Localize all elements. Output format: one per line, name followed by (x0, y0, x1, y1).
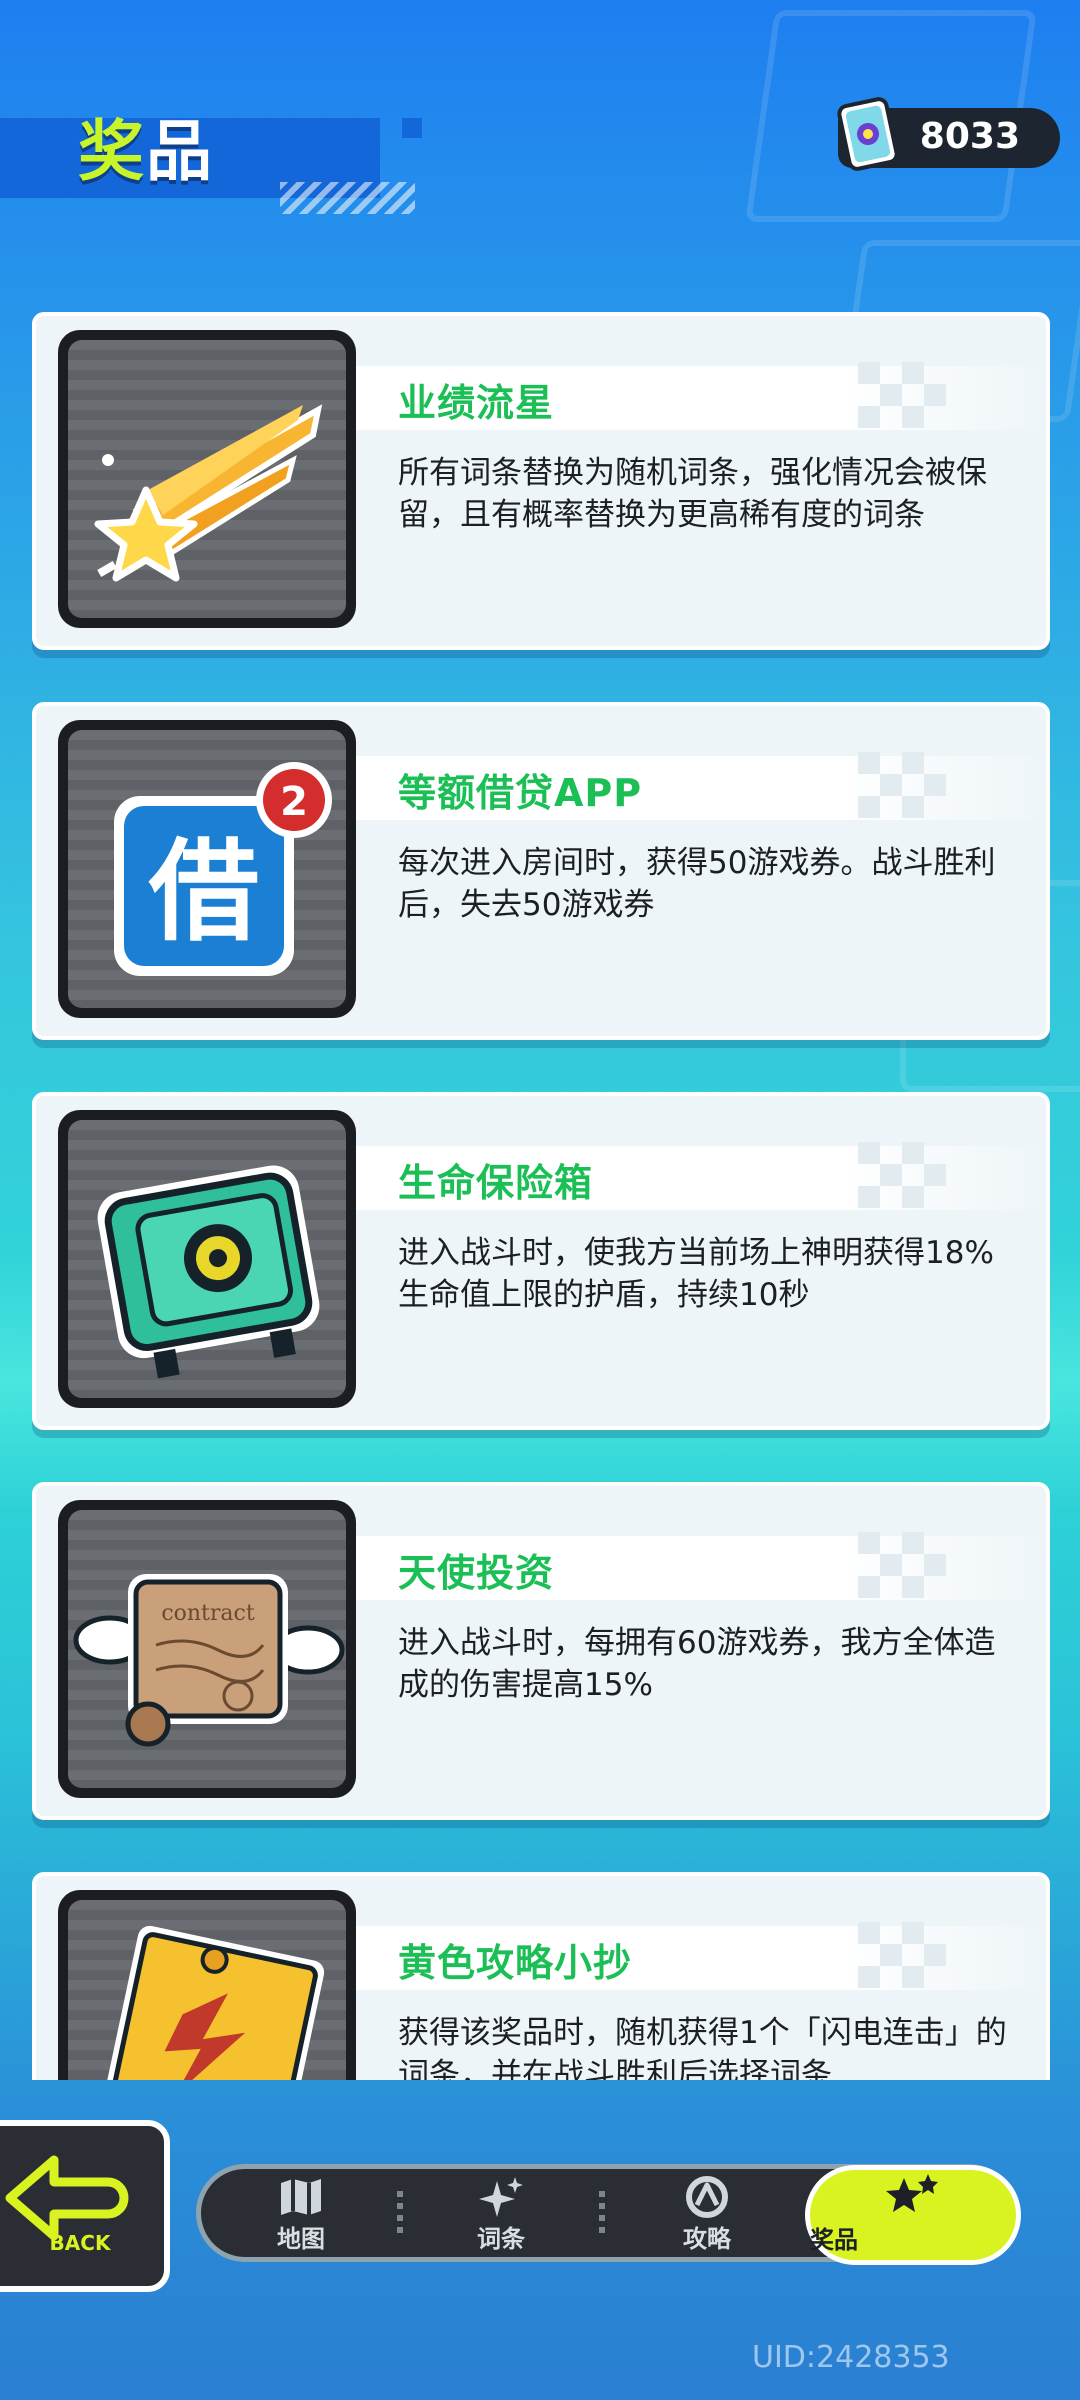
back-label: BACK (50, 2231, 112, 2255)
nav-item-rewards[interactable]: 奖品 (805, 2165, 1021, 2265)
yellow-note-icon (99, 1925, 325, 2080)
page-title-accent: 奖 (78, 113, 146, 190)
winged-contract-icon: contract (73, 1574, 345, 1747)
nav-label: 地图 (277, 2225, 325, 2253)
bottom-nav: 地图 词条 攻略 奖品 (196, 2164, 1021, 2265)
reward-description: 进入战斗时，使我方当前场上神明获得18%生命值上限的护盾，持续10秒 (398, 1235, 994, 1313)
ticket-icon (836, 96, 900, 172)
reward-description: 进入战斗时，每拥有60游戏券，我方全体造成的伤害提高15% (398, 1625, 996, 1703)
reward-icon-frame (58, 1890, 356, 2080)
loan-app-icon: 借 2 (114, 762, 332, 976)
title-stripes (280, 182, 415, 214)
reward-description: 每次进入房间时，获得50游戏券。战斗胜利后，失去50游戏券 (398, 845, 996, 923)
nav-item-guide[interactable]: 攻略 (627, 2169, 787, 2257)
pixel-decoration (858, 1922, 950, 1990)
safe-box-icon (97, 1165, 320, 1379)
nav-label: 词条 (477, 2225, 525, 2253)
sparkle-icon (479, 2177, 523, 2217)
back-button[interactable]: BACK (0, 2120, 170, 2292)
nav-item-entries[interactable]: 词条 (421, 2169, 581, 2257)
reward-icon-frame: 借 2 (58, 720, 356, 1018)
pixel-decoration (858, 1142, 950, 1210)
pixel-decoration (858, 1532, 950, 1600)
map-icon (281, 2179, 321, 2215)
page-title: 奖品 (78, 98, 214, 194)
reward-card[interactable]: 业绩流星 所有词条替换为随机词条，强化情况会被保留，且有概率替换为更高稀有度的词… (32, 312, 1050, 650)
notification-badge: 2 (280, 779, 308, 825)
reward-icon-frame (58, 1110, 356, 1408)
currency-value: 8033 (919, 116, 1020, 157)
guide-icon (686, 2176, 728, 2218)
pixel-decoration (858, 752, 950, 820)
nav-item-map[interactable]: 地图 (221, 2169, 381, 2257)
user-id: UID:2428353 (752, 2340, 950, 2375)
page-title-rest: 品 (146, 113, 214, 190)
pixel-decoration (858, 362, 950, 430)
reward-title: 天使投资 (398, 1551, 555, 1595)
nav-label: 攻略 (683, 2225, 731, 2253)
nav-separator (397, 2191, 403, 2237)
reward-description: 获得该奖品时，随机获得1个「闪电连击」的词条，并在战斗胜利后选择词条 (398, 2015, 1007, 2080)
title-banner-dot (402, 118, 422, 138)
reward-card[interactable]: contract 天使投资 进入战斗时，每拥有60游戏券，我方全体造成的伤害提高… (32, 1482, 1050, 1820)
reward-title: 业绩流星 (398, 381, 555, 425)
reward-title: 黄色攻略小抄 (398, 1941, 633, 1985)
reward-card[interactable]: 生命保险箱 进入战斗时，使我方当前场上神明获得18%生命值上限的护盾，持续10秒 (32, 1092, 1050, 1430)
reward-card[interactable]: 借 2 等额借贷APP 每次进入房间时，获得50游戏券。战斗胜利后，失去50游戏… (32, 702, 1050, 1040)
reward-title: 等额借贷APP (398, 771, 643, 815)
stars-icon (886, 2174, 938, 2212)
reward-description: 所有词条替换为随机词条，强化情况会被保留，且有概率替换为更高稀有度的词条 (398, 455, 987, 533)
back-arrow-icon: BACK (5, 2155, 129, 2255)
scroll-text: contract (161, 1601, 255, 1626)
reward-icon-frame: contract (58, 1500, 356, 1798)
reward-list[interactable]: 业绩流星 所有词条替换为随机词条，强化情况会被保留，且有概率替换为更高稀有度的词… (0, 300, 1080, 2080)
nav-separator (599, 2191, 605, 2237)
nav-label: 奖品 (810, 2226, 858, 2254)
reward-icon-frame (58, 330, 356, 628)
loan-app-glyph: 借 (148, 828, 259, 956)
shooting-star-icon (94, 404, 323, 582)
reward-card[interactable]: 黄色攻略小抄 获得该奖品时，随机获得1个「闪电连击」的词条，并在战斗胜利后选择词… (32, 1872, 1050, 2080)
reward-title: 生命保险箱 (398, 1161, 594, 1205)
